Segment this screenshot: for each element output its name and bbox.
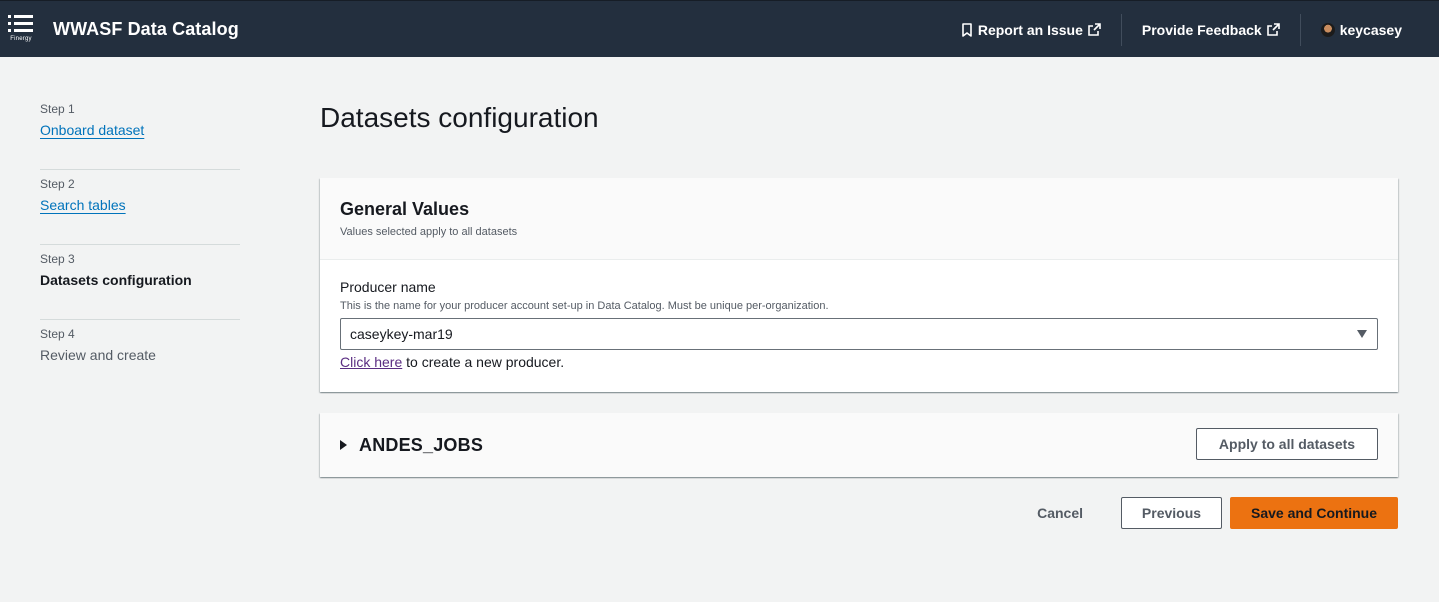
username: keycasey [1339,21,1402,38]
save-and-continue-button[interactable]: Save and Continue [1230,497,1398,529]
wizard-steps: Step 1 Onboard dataset Step 2 Search tab… [40,95,240,395]
producer-name-value: caseykey-mar19 [350,326,453,342]
external-link-icon [1088,23,1101,36]
card-title: General Values [340,199,470,219]
card-body: Producer name This is the name for your … [320,260,1398,370]
report-issue-label: Report an Issue [977,21,1083,38]
form-actions: Cancel Previous Save and Continue [1017,497,1398,529]
page-title: Datasets configuration [320,102,599,133]
step-3: Step 3 Datasets configuration [40,245,240,320]
cancel-button[interactable]: Cancel [1017,497,1113,529]
caret-right-icon [340,440,347,450]
app-title[interactable]: WWASF Data Catalog [53,19,239,40]
step-disabled-label: Review and create [40,347,156,363]
user-menu[interactable]: keycasey [1301,14,1439,46]
hamburger-icon [8,15,33,32]
step-link-search-tables[interactable]: Search tables [40,197,126,213]
apply-to-all-datasets-button[interactable]: Apply to all datasets [1196,428,1378,460]
producer-name-label: Producer name [340,279,436,295]
top-actions: Report an Issue Provide Feedback keycase… [941,1,1439,58]
step-link-onboard-dataset[interactable]: Onboard dataset [40,122,144,138]
step-4: Step 4 Review and create [40,320,240,395]
general-values-card: General Values Values selected apply to … [320,178,1398,392]
step-number: Step 2 [40,177,75,191]
step-current-label: Datasets configuration [40,272,192,288]
dataset-expandable-section: ANDES_JOBS Apply to all datasets [320,413,1398,477]
create-producer-hint: Click here to create a new producer. [340,354,1378,370]
bookmark-icon [962,22,972,37]
create-producer-text: to create a new producer. [402,354,565,370]
avatar [1320,22,1335,37]
card-subtitle: Values selected apply to all datasets [340,226,518,238]
report-issue-link[interactable]: Report an Issue [941,14,1121,46]
step-number: Step 3 [40,252,75,266]
card-header: General Values Values selected apply to … [320,178,1398,260]
brand-label: Finergy [10,36,32,42]
dataset-title: ANDES_JOBS [359,434,484,455]
external-link-icon [1266,23,1280,36]
provide-feedback-label: Provide Feedback [1141,21,1262,38]
provide-feedback-link[interactable]: Provide Feedback [1122,14,1300,46]
top-navigation: Finergy WWASF Data Catalog Report an Iss… [0,0,1439,57]
menu-button[interactable]: Finergy [8,13,34,47]
dataset-expand-toggle[interactable]: ANDES_JOBS [340,413,483,477]
step-2: Step 2 Search tables [40,170,240,245]
step-number: Step 1 [40,102,75,116]
step-number: Step 4 [40,327,75,341]
step-1: Step 1 Onboard dataset [40,95,240,170]
caret-down-icon [1357,330,1367,338]
previous-button[interactable]: Previous [1121,497,1222,529]
producer-name-description: This is the name for your producer accou… [340,300,829,312]
create-producer-link[interactable]: Click here [340,354,402,370]
producer-name-select[interactable]: caseykey-mar19 [340,318,1378,350]
